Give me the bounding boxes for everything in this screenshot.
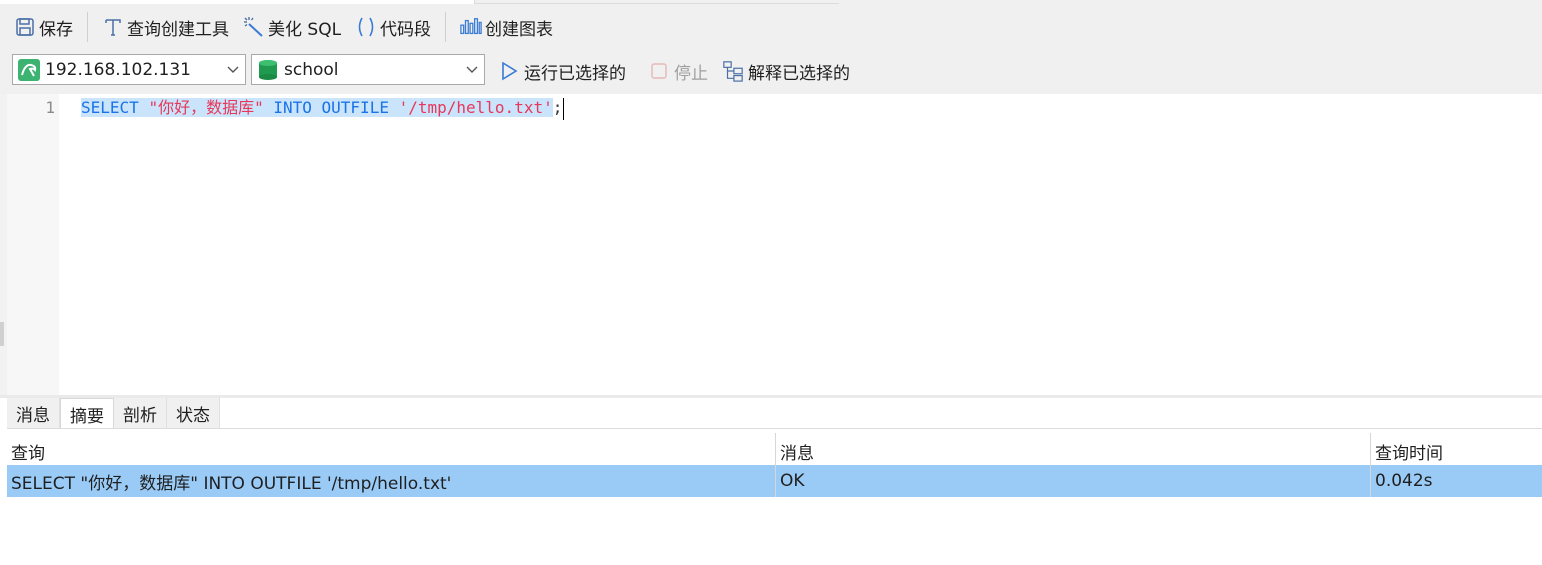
beautify-sql-button[interactable]: 美化 SQL xyxy=(239,11,345,43)
connection-select[interactable]: 192.168.102.131 xyxy=(12,54,246,85)
beautify-sql-label: 美化 SQL xyxy=(268,19,342,40)
connection-value: 192.168.102.131 xyxy=(45,59,192,80)
code-line[interactable]: SELECT "你好，数据库" INTO OUTFILE '/tmp/hello… xyxy=(81,96,565,120)
line-number-gutter: 1 xyxy=(7,94,59,395)
query-toolbar: 192.168.102.131 school 运行已选择的 停止 解释已选择的 xyxy=(0,49,1542,94)
stop-button[interactable]: 停止 xyxy=(648,57,708,85)
column-header-query[interactable]: 查询 xyxy=(7,433,776,465)
chevron-down-icon[interactable] xyxy=(221,55,245,84)
table-header: 查询 消息 查询时间 xyxy=(7,433,1542,465)
save-icon xyxy=(14,16,36,38)
sql-editor[interactable]: 1 SELECT "你好，数据库" INTO OUTFILE '/tmp/hel… xyxy=(0,94,1542,395)
toolbar-separator xyxy=(87,12,88,42)
tab-line xyxy=(475,3,839,4)
tab-summary[interactable]: 摘要 xyxy=(60,398,114,429)
summary-table: 查询 消息 查询时间 SELECT "你好，数据库" INTO OUTFILE … xyxy=(7,433,1542,497)
query-builder-button[interactable]: 查询创建工具 xyxy=(98,11,233,43)
sql-keyword-into-outfile: INTO OUTFILE xyxy=(273,98,389,117)
save-button[interactable]: 保存 xyxy=(10,11,77,43)
explain-selected-label: 解释已选择的 xyxy=(748,63,850,84)
sql-terminator: ; xyxy=(552,98,563,117)
cell-message[interactable]: OK xyxy=(776,465,1371,497)
text-caret xyxy=(563,97,565,120)
create-chart-label: 创建图表 xyxy=(485,19,554,40)
run-selected-label: 运行已选择的 xyxy=(524,63,626,84)
database-select[interactable]: school xyxy=(251,54,485,85)
tab-profile[interactable]: 剖析 xyxy=(114,398,167,429)
editor-left-strip xyxy=(0,94,7,395)
database-icon xyxy=(256,58,280,82)
cell-query-time[interactable]: 0.042s xyxy=(1371,465,1542,497)
table-row[interactable]: SELECT "你好，数据库" INTO OUTFILE '/tmp/hello… xyxy=(7,465,1542,497)
code-snippet-label: 代码段 xyxy=(380,19,432,40)
magic-wand-icon xyxy=(243,16,265,38)
tab-label: 状态 xyxy=(176,406,210,426)
chart-icon xyxy=(460,16,482,38)
tab-divider xyxy=(7,428,1542,429)
column-header-message[interactable]: 消息 xyxy=(776,433,1371,465)
chevron-down-icon[interactable] xyxy=(460,55,484,84)
stop-label: 停止 xyxy=(674,63,708,84)
query-tab-edge xyxy=(0,0,475,4)
main-toolbar: 保存 查询创建工具 美化 SQL 代码段 创建图表 xyxy=(0,5,1542,49)
code-snippet-button[interactable]: 代码段 xyxy=(351,11,435,43)
explain-tree-icon xyxy=(722,60,744,82)
tab-label: 剖析 xyxy=(123,406,157,426)
parentheses-icon xyxy=(355,16,377,38)
play-icon xyxy=(498,60,520,82)
explain-selected-button[interactable]: 解释已选择的 xyxy=(722,57,850,85)
resize-handle[interactable] xyxy=(0,322,4,346)
sql-keyword-select: SELECT xyxy=(81,98,139,117)
sql-string-value: "你好，数据库" xyxy=(148,98,264,117)
sql-string-path: '/tmp/hello.txt' xyxy=(398,98,553,117)
tab-messages[interactable]: 消息 xyxy=(7,398,60,429)
cell-query[interactable]: SELECT "你好，数据库" INTO OUTFILE '/tmp/hello… xyxy=(7,465,776,497)
tab-label: 消息 xyxy=(16,406,50,426)
query-builder-icon xyxy=(102,16,124,38)
line-number: 1 xyxy=(45,98,55,117)
toolbar-separator xyxy=(445,12,447,42)
save-label: 保存 xyxy=(39,19,73,40)
column-header-query-time[interactable]: 查询时间 xyxy=(1371,433,1542,465)
create-chart-button[interactable]: 创建图表 xyxy=(456,11,557,43)
run-selected-button[interactable]: 运行已选择的 xyxy=(498,57,626,85)
stop-icon xyxy=(648,60,670,82)
database-value: school xyxy=(284,59,339,80)
result-tabs: 消息 摘要 剖析 状态 xyxy=(7,398,1542,429)
tab-status[interactable]: 状态 xyxy=(167,398,220,429)
query-builder-label: 查询创建工具 xyxy=(127,19,229,40)
mysql-connection-icon xyxy=(17,58,41,82)
tab-label: 摘要 xyxy=(70,406,104,427)
